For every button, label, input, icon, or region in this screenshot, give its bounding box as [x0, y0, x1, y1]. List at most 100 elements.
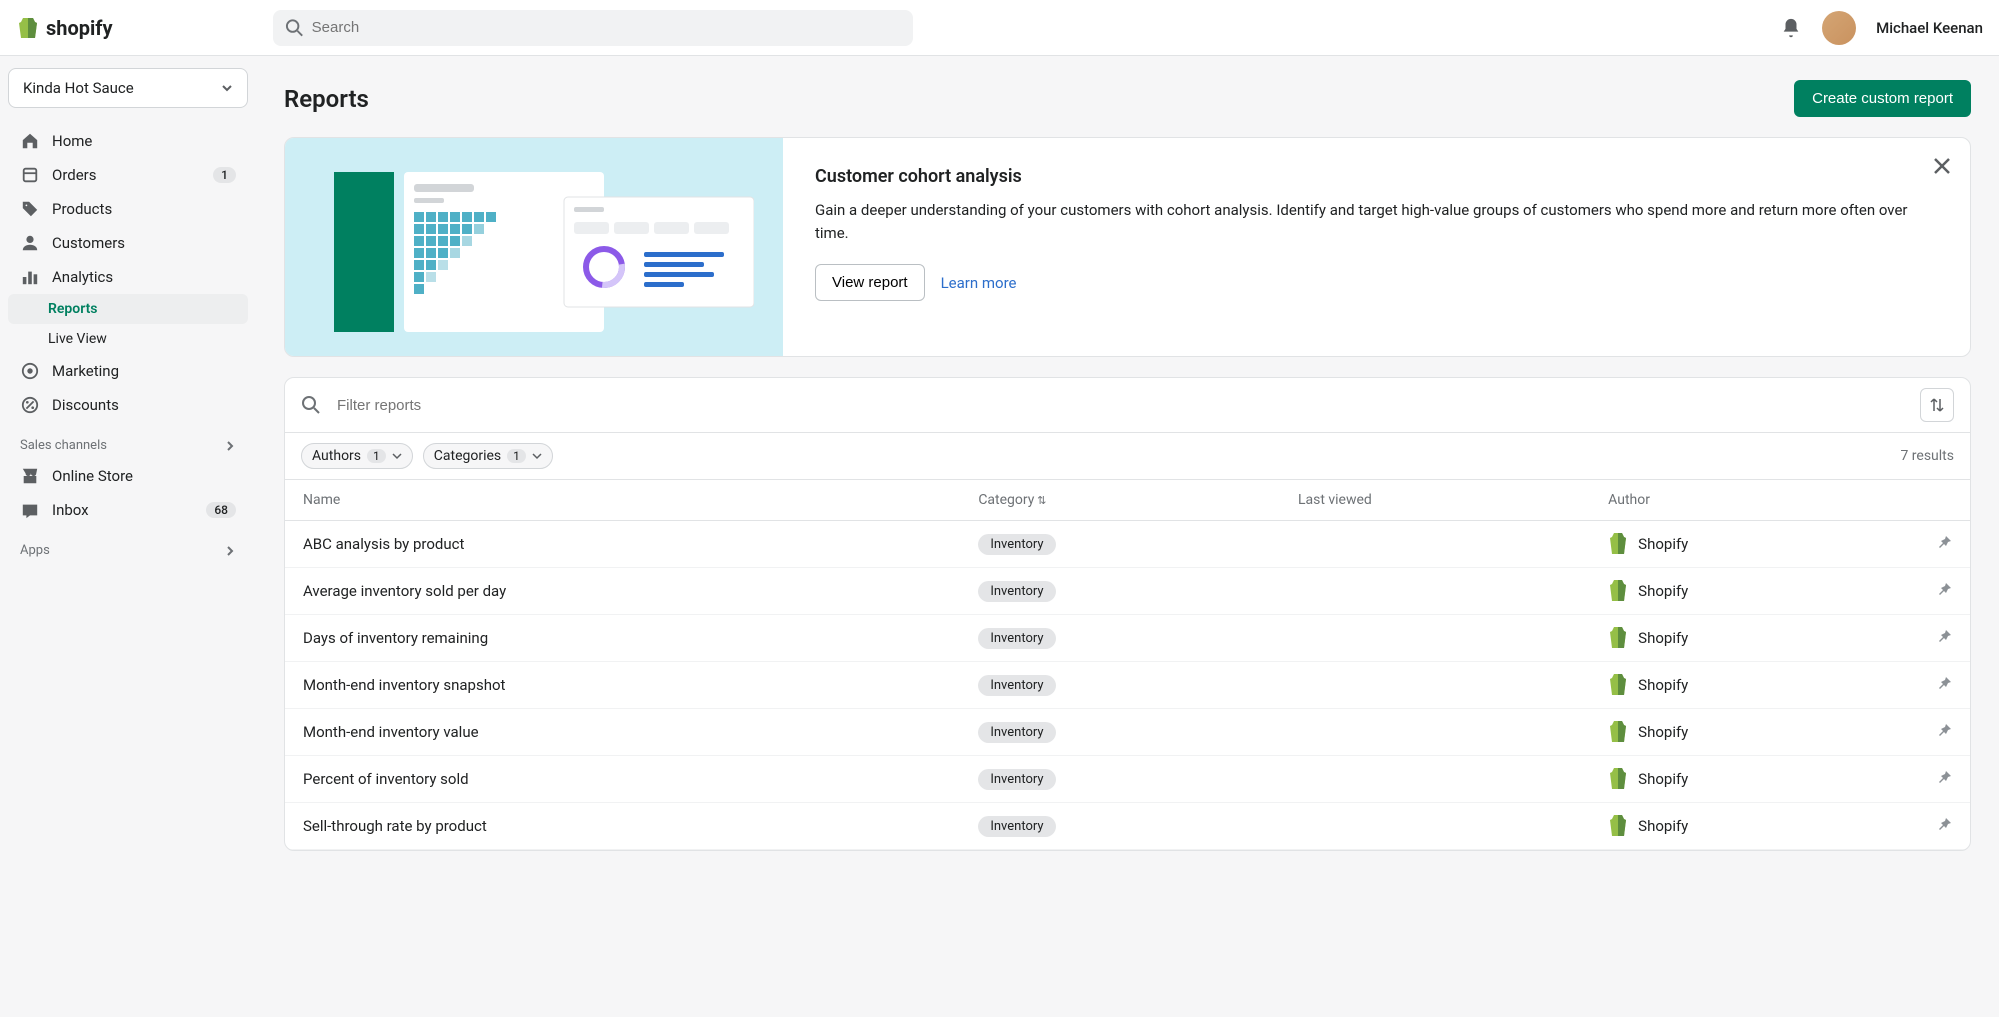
sort-button[interactable] — [1920, 388, 1954, 422]
tag-icon — [20, 199, 40, 219]
orders-icon — [20, 165, 40, 185]
sidebar-item-analytics[interactable]: Analytics — [8, 260, 248, 294]
sidebar-item-home[interactable]: Home — [8, 124, 248, 158]
report-name: Percent of inventory sold — [285, 756, 960, 803]
filter-reports-input[interactable] — [337, 397, 1912, 414]
shopify-logo[interactable]: shopify — [16, 16, 113, 40]
sidebar-item-label: Products — [52, 200, 112, 218]
report-category: Inventory — [960, 709, 1280, 756]
pin-icon[interactable] — [1936, 581, 1952, 597]
report-name: Month-end inventory snapshot — [285, 662, 960, 709]
person-icon — [20, 233, 40, 253]
shopify-bag-icon — [16, 16, 40, 40]
chevron-right-icon[interactable] — [224, 440, 236, 452]
report-last-viewed — [1280, 803, 1590, 850]
chevron-down-icon — [221, 82, 233, 94]
username[interactable]: Michael Keenan — [1876, 19, 1983, 37]
pin-icon[interactable] — [1936, 722, 1952, 738]
report-author: Shopify — [1590, 662, 1918, 709]
report-category: Inventory — [960, 521, 1280, 568]
column-category[interactable]: Category — [960, 480, 1280, 521]
inbox-icon — [20, 500, 40, 520]
report-author: Shopify — [1590, 521, 1918, 568]
shopify-bag-icon — [1608, 768, 1628, 790]
banner-illustration — [285, 138, 783, 356]
sidebar-item-marketing[interactable]: Marketing — [8, 354, 248, 388]
sidebar-item-label: Analytics — [52, 268, 113, 286]
sidebar-item-label: Inbox — [52, 501, 89, 519]
column-last-viewed[interactable]: Last viewed — [1280, 480, 1590, 521]
page-title: Reports — [284, 85, 369, 113]
pin-icon[interactable] — [1936, 675, 1952, 691]
pin-icon[interactable] — [1936, 769, 1952, 785]
create-custom-report-button[interactable]: Create custom report — [1794, 80, 1971, 117]
global-search[interactable] — [273, 10, 913, 46]
report-category: Inventory — [960, 662, 1280, 709]
report-name: Days of inventory remaining — [285, 615, 960, 662]
sidebar-item-products[interactable]: Products — [8, 192, 248, 226]
sidebar: Kinda Hot Sauce Home Orders 1 Products C… — [0, 56, 256, 1017]
report-author: Shopify — [1590, 568, 1918, 615]
table-row[interactable]: ABC analysis by product Inventory Shopif… — [285, 521, 1970, 568]
column-name[interactable]: Name — [285, 480, 960, 521]
sidebar-item-label: Customers — [52, 234, 125, 252]
sidebar-item-reports[interactable]: Reports — [8, 294, 248, 324]
search-icon — [285, 18, 304, 38]
table-row[interactable]: Month-end inventory value Inventory Shop… — [285, 709, 1970, 756]
chevron-down-icon — [532, 451, 542, 461]
close-banner-button[interactable] — [1930, 154, 1954, 182]
search-input[interactable] — [312, 19, 901, 36]
apps-header[interactable]: Apps — [8, 527, 248, 564]
report-name: ABC analysis by product — [285, 521, 960, 568]
reports-table: Name Category Last viewed Author ABC ana… — [285, 480, 1970, 850]
pin-cell — [1918, 615, 1970, 662]
view-report-button[interactable]: View report — [815, 264, 925, 301]
column-author[interactable]: Author — [1590, 480, 1918, 521]
sidebar-item-label: Live View — [48, 331, 107, 347]
table-row[interactable]: Percent of inventory sold Inventory Shop… — [285, 756, 1970, 803]
banner-title: Customer cohort analysis — [815, 166, 1930, 187]
learn-more-link[interactable]: Learn more — [941, 274, 1017, 292]
sidebar-item-label: Orders — [52, 166, 97, 184]
pin-cell — [1918, 662, 1970, 709]
avatar[interactable] — [1822, 11, 1856, 45]
shopify-bag-icon — [1608, 721, 1628, 743]
report-name: Average inventory sold per day — [285, 568, 960, 615]
table-row[interactable]: Average inventory sold per day Inventory… — [285, 568, 1970, 615]
chip-count: 1 — [507, 449, 526, 463]
pin-icon[interactable] — [1936, 628, 1952, 644]
sidebar-item-customers[interactable]: Customers — [8, 226, 248, 260]
shopify-bag-icon — [1608, 815, 1628, 837]
report-category: Inventory — [960, 803, 1280, 850]
banner-description: Gain a deeper understanding of your cust… — [815, 199, 1930, 244]
search-icon — [301, 395, 321, 415]
badge: 1 — [213, 167, 236, 183]
badge: 68 — [206, 502, 236, 518]
pin-icon[interactable] — [1936, 816, 1952, 832]
target-icon — [20, 361, 40, 381]
pin-cell — [1918, 521, 1970, 568]
report-last-viewed — [1280, 756, 1590, 803]
store-name: Kinda Hot Sauce — [23, 79, 134, 97]
bell-icon[interactable] — [1780, 17, 1802, 39]
sidebar-item-online-store[interactable]: Online Store — [8, 459, 248, 493]
pin-cell — [1918, 568, 1970, 615]
table-row[interactable]: Days of inventory remaining Inventory Sh… — [285, 615, 1970, 662]
authors-filter-chip[interactable]: Authors 1 — [301, 443, 413, 469]
table-row[interactable]: Month-end inventory snapshot Inventory S… — [285, 662, 1970, 709]
pin-icon[interactable] — [1936, 534, 1952, 550]
sidebar-item-inbox[interactable]: Inbox 68 — [8, 493, 248, 527]
sales-channels-header: Sales channels — [8, 422, 248, 459]
shopify-bag-icon — [1608, 533, 1628, 555]
sidebar-item-discounts[interactable]: Discounts — [8, 388, 248, 422]
report-last-viewed — [1280, 709, 1590, 756]
sidebar-item-orders[interactable]: Orders 1 — [8, 158, 248, 192]
categories-filter-chip[interactable]: Categories 1 — [423, 443, 553, 469]
store-selector[interactable]: Kinda Hot Sauce — [8, 68, 248, 108]
logo-text: shopify — [46, 16, 113, 40]
home-icon — [20, 131, 40, 151]
sidebar-item-live-view[interactable]: Live View — [8, 324, 248, 354]
topbar: shopify Michael Keenan — [0, 0, 1999, 56]
table-row[interactable]: Sell-through rate by product Inventory S… — [285, 803, 1970, 850]
report-category: Inventory — [960, 568, 1280, 615]
